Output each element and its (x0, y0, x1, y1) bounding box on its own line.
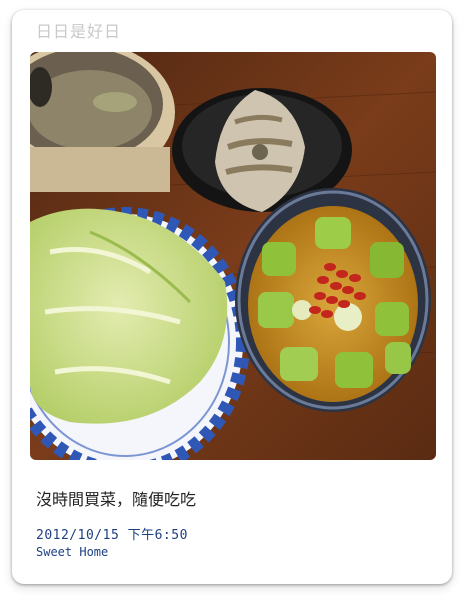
app-title: 日日是好日 (36, 22, 122, 41)
clay-pot (30, 52, 175, 192)
food-photo-illustration (30, 52, 436, 460)
post-timestamp: 2012/10/15 下午6:50 (36, 528, 188, 543)
food-photo[interactable] (30, 52, 436, 460)
soup-bowl (235, 188, 431, 412)
post-location[interactable]: Sweet Home (36, 545, 108, 559)
post-caption: 沒時間買菜，隨便吃吃 (36, 490, 197, 509)
